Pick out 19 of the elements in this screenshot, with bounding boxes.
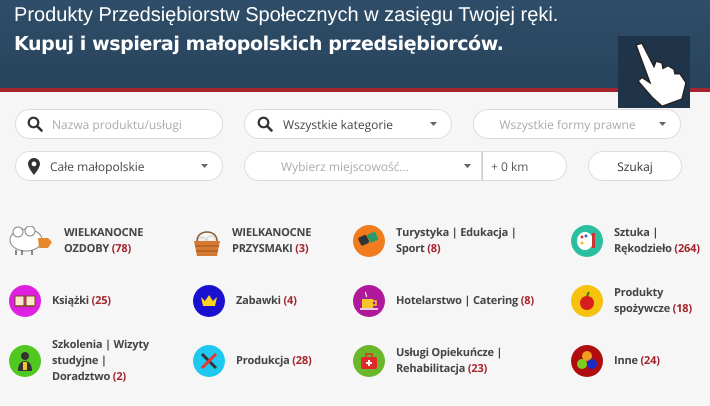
category-link[interactable]: Inne (24) <box>614 353 710 369</box>
category-dropdown[interactable]: Wszystkie kategorie <box>244 109 452 139</box>
product-search-field[interactable]: Nazwa produktu/usługi <box>15 109 223 139</box>
town-field[interactable]: Wybierz miejscowość... <box>244 151 482 181</box>
banner-headline: Kupuj i wspieraj małopolskich przedsiębiorców. <box>14 33 504 55</box>
category-link[interactable]: Usługi Opiekuńcze | Rehabilitacja (23) <box>396 345 541 377</box>
category-link[interactable]: Sztuka | Rękodzieło (264) <box>614 225 710 257</box>
banner-tagline: Produkty Przedsiębiorstw Społecznych w zasięgu Twojej ręki. <box>14 4 558 27</box>
category-link[interactable]: Produkty spożywcze (18) <box>614 285 710 317</box>
category-link[interactable]: Książki (25) <box>52 293 162 309</box>
category-link[interactable]: Szkolenia | Wizyty studyjne | Doradztwo (2) <box>52 337 162 385</box>
category-link[interactable]: Produkcja (28) <box>236 353 331 369</box>
category-link[interactable]: WIELKANOCNE PRZYSMAKI (3) <box>232 225 327 257</box>
category-link[interactable]: WIELKANOCNE OZDOBY (78) <box>64 225 174 257</box>
search-button[interactable]: Szukaj <box>588 151 682 181</box>
category-link[interactable]: Zabawki (4) <box>236 293 331 309</box>
category-link[interactable]: Turystyka | Edukacja | Sport (8) <box>396 225 541 257</box>
category-link[interactable]: Hotelarstwo | Catering (8) <box>396 293 541 309</box>
region-dropdown[interactable]: Całe małopolskie <box>15 151 223 181</box>
